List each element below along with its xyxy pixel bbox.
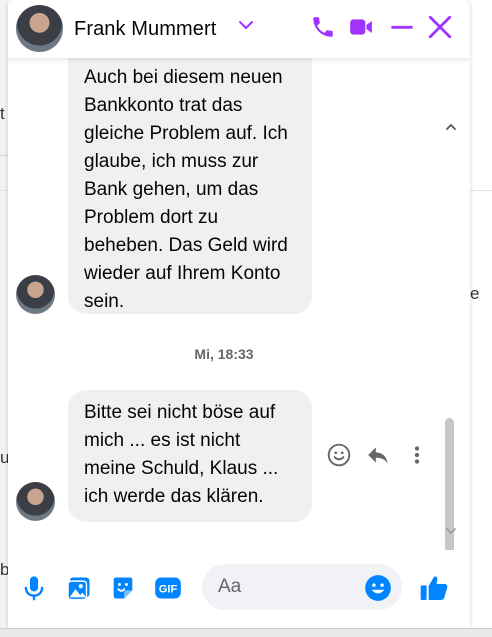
scroll-down-icon[interactable] [444,524,458,538]
incoming-message[interactable]: Auch bei diesem neuen Bankkonto trat das… [68,48,312,314]
incoming-message[interactable]: Bitte sei nicht böse auf mich ... es ist… [68,390,312,522]
video-icon[interactable] [348,14,374,40]
contact-name[interactable]: Frank Mummert [74,18,216,41]
gif-icon[interactable]: GIF [154,574,182,602]
message-list[interactable]: Auch bei diesem neuen Bankkonto trat das… [8,48,470,578]
chat-header: Frank Mummert [8,0,470,58]
thumbs-up-icon[interactable] [418,572,450,604]
phone-icon[interactable] [310,14,336,40]
sender-avatar [16,482,55,521]
sender-avatar [16,275,55,314]
message-timestamp: Mi, 18:33 [194,346,254,362]
close-icon[interactable] [427,14,453,40]
svg-text:GIF: GIF [159,584,178,596]
reply-icon[interactable] [365,442,391,468]
message-composer: GIF [8,550,470,628]
minimize-icon[interactable] [389,14,415,40]
background-text: t [0,104,5,123]
scroll-up-icon[interactable] [444,120,458,134]
bottom-border [0,628,492,637]
more-options-icon[interactable] [408,442,426,468]
chat-window: Frank Mummert Auch bei diesem neuen Bank… [8,0,470,628]
microphone-icon[interactable] [20,574,48,602]
background-left-strip [0,0,8,637]
sticker-icon[interactable] [109,574,137,602]
chevron-down-icon[interactable] [238,17,254,33]
photo-icon[interactable] [65,574,93,602]
emoji-icon[interactable] [364,574,392,602]
background-text: e [470,284,480,303]
contact-avatar[interactable] [16,5,63,52]
background-right-strip [470,0,492,637]
background-divider [0,155,8,156]
react-emoji-icon[interactable] [326,442,352,468]
